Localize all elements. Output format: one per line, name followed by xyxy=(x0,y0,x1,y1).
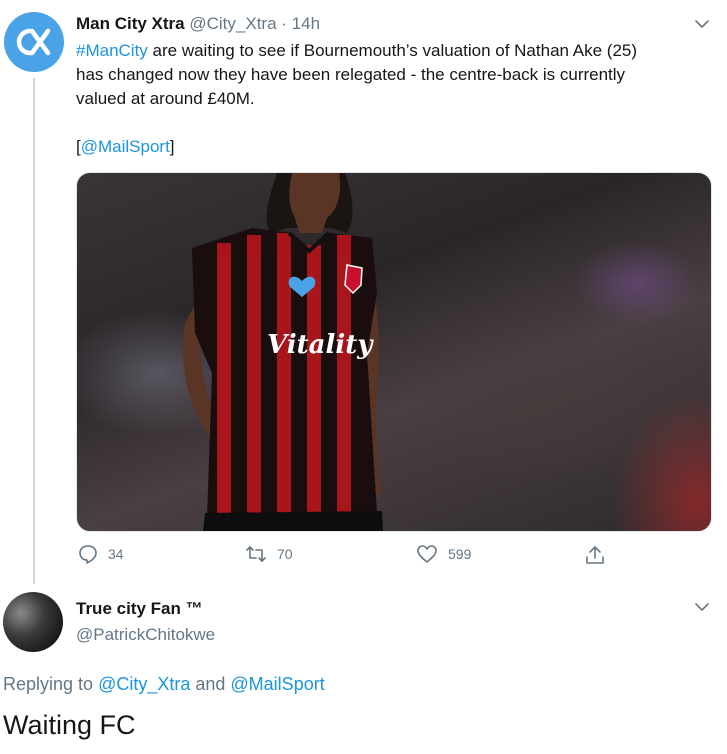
author-name[interactable]: Man City Xtra xyxy=(76,14,185,33)
city-xtra-logo-icon xyxy=(16,28,51,56)
source-close: ] xyxy=(169,137,175,156)
like-count: 599 xyxy=(448,546,472,562)
share-icon xyxy=(586,546,604,564)
reply-icon xyxy=(79,545,97,564)
reply-count: 34 xyxy=(108,546,124,562)
like-icon xyxy=(417,545,437,563)
replying-to: Replying to @City_Xtra and @MailSport xyxy=(3,674,325,695)
tweet-time[interactable]: 14h xyxy=(292,14,320,33)
reply-chevron-down-icon[interactable] xyxy=(694,599,710,615)
author-handle[interactable]: @City_Xtra xyxy=(189,14,276,33)
text-line-3: valued at around £40M. xyxy=(76,89,255,108)
share-action[interactable] xyxy=(584,544,616,566)
like-action[interactable]: 599 xyxy=(416,544,471,564)
tweet-header: Man City Xtra @City_Xtra · 14h xyxy=(76,14,320,34)
svg-text:Vitality: Vitality xyxy=(267,330,374,360)
replying-and: and xyxy=(190,674,231,694)
text-line-2: has changed now they have been relegated… xyxy=(76,65,626,84)
tweet-photo[interactable]: Vitality xyxy=(76,172,712,532)
retweet-count: 70 xyxy=(277,546,293,562)
reply-text: Waiting FC xyxy=(3,710,136,740)
chevron-down-icon[interactable] xyxy=(694,16,710,32)
time-separator: · xyxy=(281,14,287,33)
thread-line xyxy=(33,78,35,584)
player-photo: Vitality xyxy=(182,173,383,531)
retweet-action[interactable]: 70 xyxy=(245,544,293,564)
hashtag-link[interactable]: #ManCity xyxy=(76,41,148,60)
reply-action[interactable]: 34 xyxy=(78,544,124,564)
replying-prefix: Replying to xyxy=(3,674,99,694)
reply-author-name[interactable]: True city Fan ™ xyxy=(76,599,203,619)
mention-link[interactable]: @MailSport xyxy=(81,137,170,156)
replying-mention-city-xtra[interactable]: @City_Xtra xyxy=(98,674,190,694)
retweet-icon xyxy=(246,546,266,562)
reply-author-handle[interactable]: @PatrickChitokwe xyxy=(76,625,215,645)
tweet-text: #ManCity are waiting to see if Bournemou… xyxy=(76,39,716,159)
reply-author-avatar[interactable] xyxy=(3,592,63,652)
text-line-1: are waiting to see if Bournemouth’s valu… xyxy=(147,41,638,60)
author-avatar[interactable] xyxy=(4,12,64,72)
replying-mention-mailsport[interactable]: @MailSport xyxy=(230,674,324,694)
